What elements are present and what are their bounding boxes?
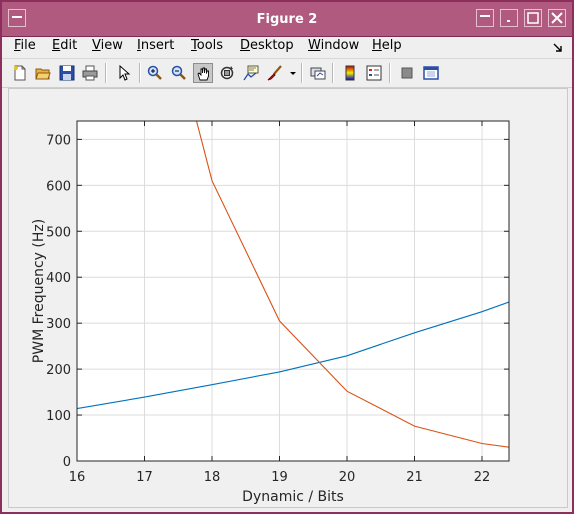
x-tick-label: 21 xyxy=(406,470,423,485)
menu-window-mnemonic: W xyxy=(308,38,321,53)
menu-edit-label: dit xyxy=(60,38,78,53)
toolbar-separator xyxy=(332,63,334,83)
toolbar-separator xyxy=(139,63,141,83)
rotate-3d-icon[interactable] xyxy=(217,63,237,83)
menu-view-label: iew xyxy=(100,38,123,53)
y-tick-label: 300 xyxy=(46,317,71,332)
brush-dropdown-arrow-icon[interactable] xyxy=(287,63,297,83)
link-plot-icon[interactable] xyxy=(308,63,328,83)
show-plot-tools-icon[interactable] xyxy=(421,63,441,83)
menu-insert-label: nsert xyxy=(140,38,175,53)
x-tick-label: 17 xyxy=(136,470,153,485)
menu-bar: File Edit View Insert Tools Desktop Wind… xyxy=(2,37,572,57)
print-icon[interactable] xyxy=(80,63,100,83)
figure-toolbar xyxy=(2,58,572,88)
colorbar-icon[interactable] xyxy=(340,63,360,83)
y-axis-label: PWM Frequency (Hz) xyxy=(31,219,47,363)
x-tick-label: 22 xyxy=(474,470,491,485)
y-tick-label: 500 xyxy=(46,225,71,240)
x-axis-label: Dynamic / Bits xyxy=(242,489,344,505)
menu-desktop-label: esktop xyxy=(250,38,294,53)
y-tick-label: 700 xyxy=(46,133,71,148)
hide-plot-tools-icon[interactable] xyxy=(397,63,417,83)
save-icon[interactable] xyxy=(57,63,77,83)
menu-window-label: indow xyxy=(320,38,360,53)
menu-help-label: elp xyxy=(381,38,402,53)
plot-svg: 16 17 18 19 20 21 22 0 100 200 300 400 500 600 700 Dyn… xyxy=(31,120,510,505)
menu-file-label: ile xyxy=(20,38,36,53)
toolbar-separator xyxy=(389,63,391,83)
menu-help[interactable]: Help xyxy=(372,37,402,55)
figure-canvas: 16 17 18 19 20 21 22 0 100 200 300 400 500 600 700 Dyn… xyxy=(8,88,568,508)
dock-arrow-icon[interactable] xyxy=(553,39,563,58)
menu-view[interactable]: View xyxy=(92,37,123,55)
menu-file[interactable]: File xyxy=(14,37,36,55)
menu-view-mnemonic: V xyxy=(92,38,101,53)
menu-desktop[interactable]: Desktop xyxy=(240,37,294,55)
pan-hand-icon[interactable] xyxy=(193,63,213,83)
x-tick-label: 20 xyxy=(339,470,356,485)
toolbar-separator xyxy=(301,63,303,83)
figure-window: Figure 2 File Edit View Insert Tools Des… xyxy=(0,0,574,514)
toolbar-separator xyxy=(105,63,107,83)
menu-desktop-mnemonic: D xyxy=(240,38,251,53)
zoom-in-icon[interactable] xyxy=(145,63,165,83)
open-file-icon[interactable] xyxy=(33,63,53,83)
x-tick-label: 16 xyxy=(69,470,86,485)
title-bar[interactable]: Figure 2 xyxy=(2,2,572,37)
close-button[interactable] xyxy=(548,9,566,27)
menu-edit-mnemonic: E xyxy=(52,38,61,53)
y-tick-label: 400 xyxy=(46,271,71,286)
maximize-button[interactable] xyxy=(524,9,542,27)
zoom-out-icon[interactable] xyxy=(169,63,189,83)
brush-icon[interactable] xyxy=(265,63,285,83)
axes-background[interactable] xyxy=(77,121,509,461)
data-cursor-icon[interactable] xyxy=(241,63,261,83)
pointer-icon[interactable] xyxy=(114,63,134,83)
minimize-button[interactable] xyxy=(500,9,518,27)
shade-button[interactable] xyxy=(476,9,494,27)
legend-icon[interactable] xyxy=(364,63,384,83)
menu-help-mnemonic: H xyxy=(372,38,382,53)
new-figure-icon[interactable] xyxy=(10,63,30,83)
y-tick-label: 200 xyxy=(46,363,71,378)
y-tick-label: 600 xyxy=(46,179,71,194)
menu-tools[interactable]: Tools xyxy=(191,37,223,55)
x-tick-label: 18 xyxy=(204,470,221,485)
menu-tools-label: ools xyxy=(196,38,224,53)
menu-insert[interactable]: Insert xyxy=(137,37,174,55)
y-tick-label: 0 xyxy=(63,455,71,470)
y-tick-label: 100 xyxy=(46,409,71,424)
menu-edit[interactable]: Edit xyxy=(52,37,77,55)
menu-window[interactable]: Window xyxy=(308,37,359,55)
x-tick-label: 19 xyxy=(271,470,288,485)
